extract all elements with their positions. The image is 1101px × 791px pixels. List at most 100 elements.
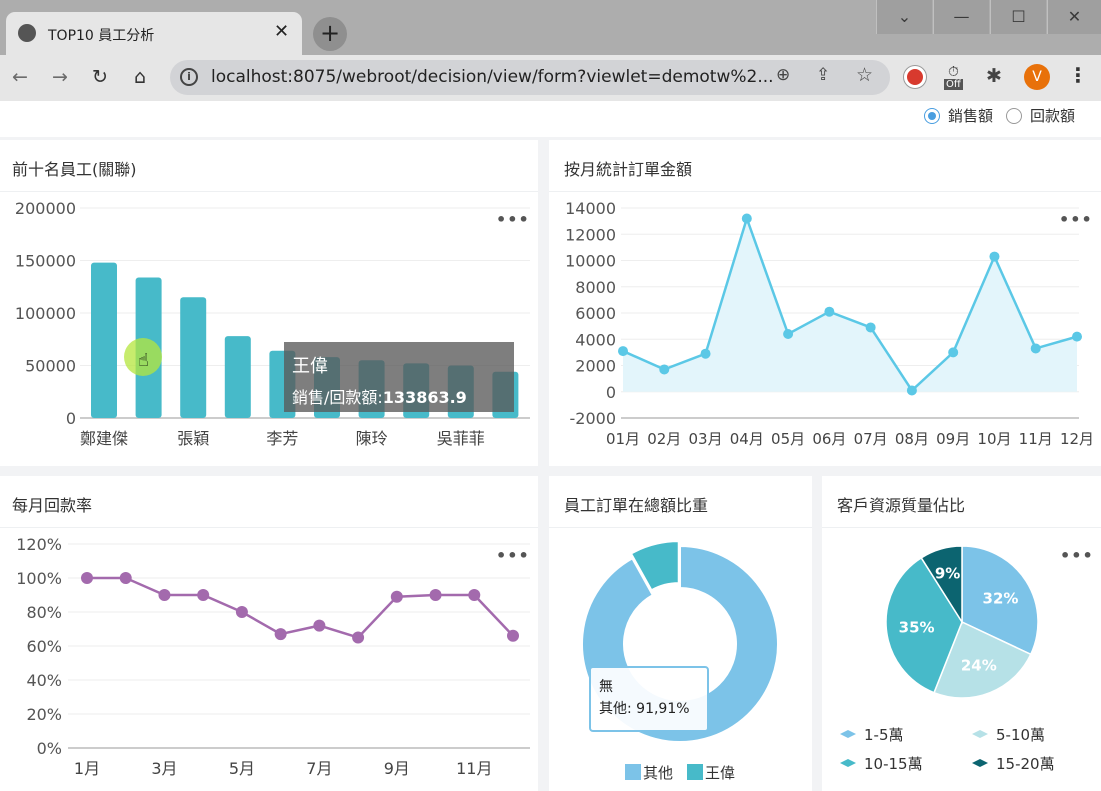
y-tick-label: -2000 <box>570 409 617 428</box>
close-window-button[interactable]: ✕ <box>1047 0 1101 34</box>
y-tick-label: 6000 <box>575 304 616 323</box>
tooltip-label: 銷售/回款額: <box>292 388 383 407</box>
legend-label: 5-10萬 <box>996 726 1045 744</box>
ext-badge: Off <box>944 79 963 90</box>
share-icon[interactable]: ⇪ <box>816 65 830 85</box>
hand-cursor-icon: ☝ <box>138 350 149 371</box>
radio-payback[interactable] <box>1006 108 1022 124</box>
globe-icon <box>18 24 36 42</box>
y-tick-label: 8000 <box>575 278 616 297</box>
record-extension-icon[interactable] <box>904 66 926 88</box>
data-point <box>741 213 752 224</box>
y-tick-label: 0% <box>37 739 62 758</box>
data-point <box>865 322 876 333</box>
data-point <box>1072 331 1082 342</box>
y-tick-label: 14000 <box>565 199 616 218</box>
data-point <box>197 589 210 601</box>
legend-label: 15-20萬 <box>996 755 1055 773</box>
browser-tab[interactable]: TOP10 員工分析 ✕ <box>6 12 302 55</box>
panel-title: 客戶資源質量佔比 <box>837 496 966 515</box>
slice-label: 35% <box>899 618 935 636</box>
y-tick-label: 50000 <box>25 357 76 376</box>
y-tick-label: 4000 <box>575 330 616 349</box>
x-tick-label: 03月 <box>688 430 722 448</box>
x-tick-label: 04月 <box>730 430 764 448</box>
data-point <box>352 631 365 644</box>
y-tick-label: 200000 <box>15 199 76 218</box>
panel-title: 員工訂單在總額比重 <box>564 496 709 515</box>
data-point <box>700 348 711 359</box>
data-point <box>390 590 403 603</box>
data-point <box>235 606 248 618</box>
x-tick-label: 鄭建傑 <box>80 429 128 448</box>
legend-marker <box>972 730 988 738</box>
url-text[interactable]: localhost:8075/webroot/decision/view/for… <box>211 67 774 87</box>
data-point <box>274 628 287 641</box>
x-tick-label: 11月 <box>456 759 492 778</box>
x-tick-label: 02月 <box>647 430 681 448</box>
timer-extension-icon[interactable]: ⏱ Off <box>944 64 970 94</box>
forward-button[interactable]: → <box>46 63 74 91</box>
y-tick-label: 100000 <box>15 304 76 323</box>
menu-icon[interactable]: ⋮ <box>1068 63 1088 87</box>
employee-share-panel: 員工訂單在總額比重 其他 王偉 無 其他: 91,91% <box>549 476 812 791</box>
legend-marker <box>840 759 856 767</box>
x-tick-label: 09月 <box>936 430 970 448</box>
radio-payback-label[interactable]: 回款額 <box>1030 105 1075 126</box>
tab-title: TOP10 員工分析 <box>48 28 155 44</box>
x-tick-label: 08月 <box>895 430 929 448</box>
area-fill <box>623 218 1077 392</box>
payback-panel: 每月回款率 ••• 0% 20% 40% 60% 80% 100% 120% 1月 3月 5月 7月… <box>0 476 538 791</box>
data-point <box>948 347 959 358</box>
x-tick-label: 陳玲 <box>356 429 388 448</box>
y-tick-label: 150000 <box>15 252 76 271</box>
y-tick-label: 0 <box>606 383 616 402</box>
legend-label: 10-15萬 <box>864 755 923 773</box>
customer-quality-panel: 客戶資源質量佔比 ••• 32% 24% 35% 9% 1-5萬 5-10萬 10-15萬 1… <box>822 476 1101 791</box>
x-tick-label: 吳菲菲 <box>437 429 485 448</box>
x-tick-label: 張穎 <box>177 429 209 448</box>
bar-tooltip: 王偉 銷售/回款額:133863.9 <box>284 342 514 412</box>
profile-avatar[interactable]: V <box>1024 64 1050 90</box>
data-point <box>989 251 1000 262</box>
y-tick-label: 0 <box>66 409 76 428</box>
legend-marker <box>840 730 856 738</box>
legend-marker <box>972 759 988 767</box>
home-button[interactable]: ⌂ <box>126 63 154 91</box>
close-tab-icon[interactable]: ✕ <box>274 21 289 42</box>
payback-line-chart: 0% 20% 40% 60% 80% 100% 120% 1月 3月 5月 7月 9月 11月 <box>16 535 530 778</box>
reload-button[interactable]: ↻ <box>86 63 114 91</box>
top10-panel: 前十名員工(關聯) ••• 0 50000 100000 150000 200000 鄭建… <box>0 140 538 466</box>
panel-title: 按月統計訂單金額 <box>564 160 693 179</box>
chevron-down-icon[interactable]: ⌄ <box>876 0 932 34</box>
data-point <box>906 385 917 396</box>
radio-sales[interactable] <box>924 108 940 124</box>
puzzle-icon[interactable]: ✱ <box>986 65 1002 87</box>
y-tick-label: 60% <box>26 637 62 656</box>
legend-swatch <box>687 764 703 780</box>
bookmark-star-icon[interactable]: ☆ <box>856 64 873 86</box>
zoom-icon[interactable]: ⊕ <box>776 65 790 85</box>
data-point <box>429 589 442 601</box>
slice-label: 9% <box>935 564 960 582</box>
x-tick-label: 07月 <box>854 430 888 448</box>
legend-swatch <box>625 764 641 780</box>
panel-header: 前十名員工(關聯) <box>0 140 538 192</box>
data-point <box>81 572 93 584</box>
data-point <box>158 589 171 601</box>
monthly-orders-panel: 按月統計訂單金額 ••• -2000 0 2000 4000 6000 8000 10000… <box>549 140 1101 466</box>
x-tick-label: 李芳 <box>266 429 298 448</box>
minimize-button[interactable]: — <box>933 0 989 34</box>
maximize-button[interactable]: ☐ <box>990 0 1046 34</box>
y-tick-label: 80% <box>26 603 62 622</box>
y-tick-label: 10000 <box>565 252 616 271</box>
new-tab-button[interactable]: + <box>313 17 347 51</box>
radio-sales-label[interactable]: 銷售額 <box>948 105 993 126</box>
donut-tooltip: 無 其他: 91,91% <box>589 666 709 732</box>
back-button[interactable]: ← <box>6 63 34 91</box>
x-tick-label: 1月 <box>74 759 100 778</box>
tooltip-value: 133863.9 <box>382 388 467 407</box>
top10-bar-chart: 0 50000 100000 150000 200000 鄭建傑 張穎 李芳 陳玲 吳菲菲 <box>15 199 530 448</box>
panel-title: 前十名員工(關聯) <box>12 160 137 179</box>
address-bar[interactable]: i localhost:8075/webroot/decision/view/f… <box>170 60 890 95</box>
